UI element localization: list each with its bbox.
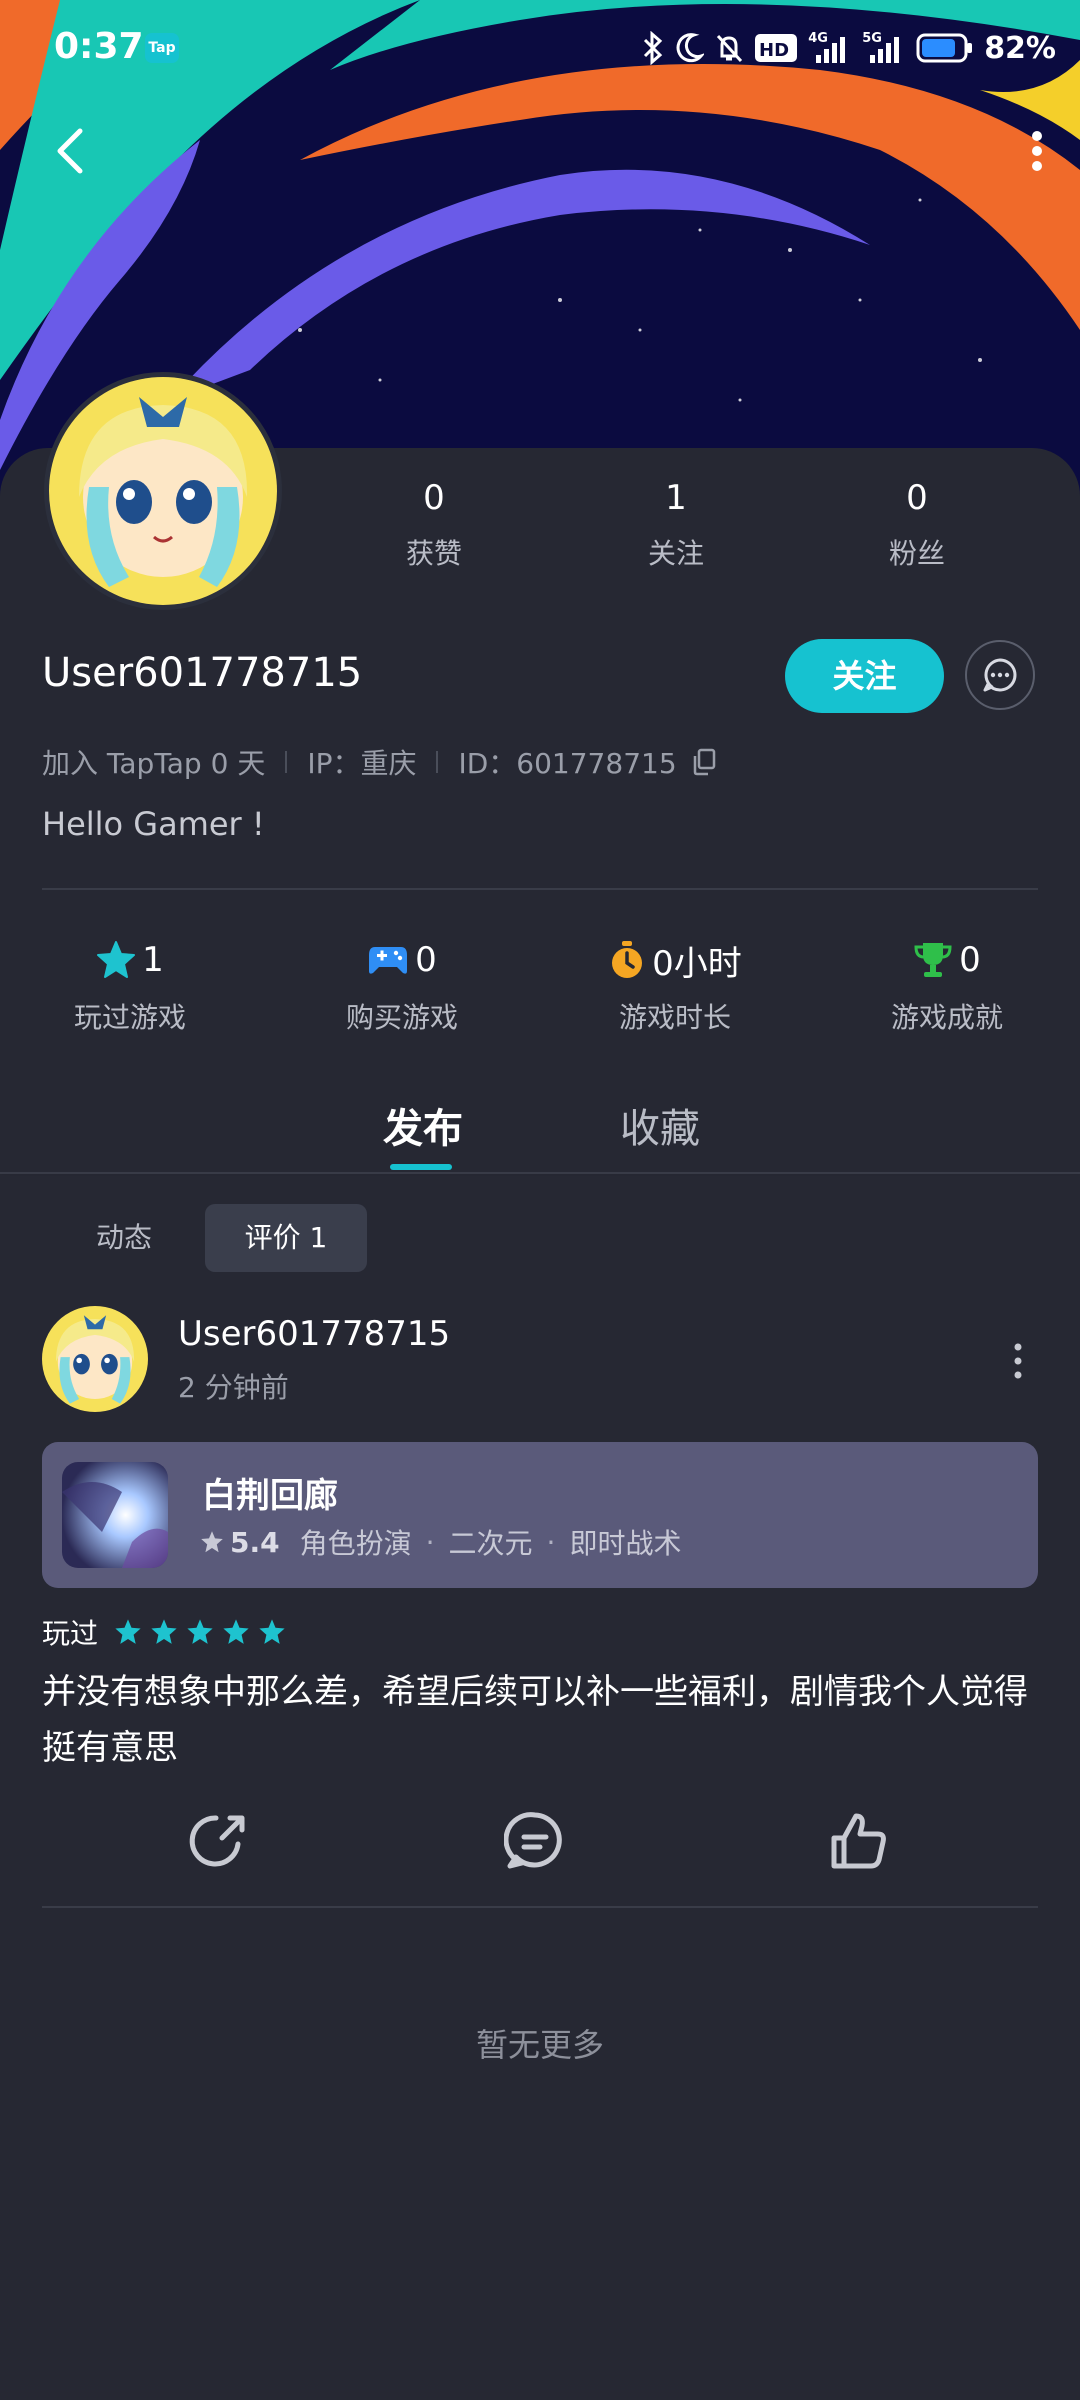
- review-text: 并没有想象中那么差，希望后续可以补一些福利，剧情我个人觉得挺有意思: [42, 1672, 1028, 1768]
- post-author-name[interactable]: User601778715: [178, 1314, 450, 1354]
- tab-posts[interactable]: 发布: [383, 1096, 463, 1154]
- battery-icon: [916, 33, 973, 63]
- stat-value: 0小时: [652, 943, 742, 984]
- stat-played-games[interactable]: 1 玩过游戏: [30, 938, 230, 1036]
- rating-star-icon: [151, 1619, 177, 1644]
- star-icon: [97, 941, 136, 978]
- bluetooth-icon: [644, 31, 663, 65]
- follow-button[interactable]: 关注: [785, 639, 944, 713]
- game-score: 5.4: [230, 1525, 280, 1559]
- game-title: 白荆回廊: [202, 1476, 338, 1516]
- tag-separator: ·: [425, 1525, 435, 1559]
- followers-count[interactable]: 0 粉丝: [837, 478, 997, 572]
- game-icon: [62, 1462, 168, 1568]
- stopwatch-icon: [612, 941, 643, 978]
- rating-stars: [114, 1618, 286, 1646]
- rating-star-icon: [201, 1531, 223, 1553]
- moon-icon: [676, 33, 705, 63]
- divider: [42, 888, 1038, 890]
- share-icon[interactable]: [186, 1810, 248, 1872]
- status-time: 0:37: [54, 26, 144, 67]
- followers-count-value: 0: [906, 478, 928, 518]
- stat-value: 0: [415, 940, 437, 980]
- battery-percent: 82%: [984, 30, 1056, 66]
- post-author-avatar[interactable]: [42, 1306, 148, 1412]
- following-count[interactable]: 1 关注: [596, 478, 756, 572]
- mute-icon: [717, 34, 743, 63]
- stat-label: 游戏成就: [890, 1001, 1003, 1034]
- played-label: 玩过: [42, 1617, 99, 1650]
- post-more-icon[interactable]: [1008, 1340, 1028, 1382]
- following-count-label: 关注: [647, 537, 704, 570]
- subtab-moments[interactable]: 动态: [70, 1204, 178, 1272]
- signal-icon-2: 5G: [862, 31, 906, 65]
- tab-active-indicator: [390, 1164, 452, 1170]
- rating-star-icon: [259, 1619, 285, 1644]
- game-tag: 即时战术: [569, 1527, 682, 1560]
- join-days: 加入 TapTap 0 天: [42, 747, 266, 780]
- status-icons: HD 4G 5G 82%: [642, 28, 1056, 68]
- likes-count[interactable]: 0 获赞: [354, 478, 514, 572]
- user-id: ID：601778715: [458, 747, 677, 780]
- stat-label: 玩过游戏: [73, 1001, 186, 1034]
- stat-purchased-games[interactable]: 0 购买游戏: [302, 938, 502, 1036]
- content-tabs: 发布 收藏: [0, 1066, 1080, 1174]
- meta-divider: [436, 751, 439, 773]
- tab-favorites[interactable]: 收藏: [620, 1096, 700, 1154]
- ip-location: IP：重庆: [307, 747, 417, 780]
- subtab-reviews[interactable]: 评价 1: [205, 1204, 367, 1272]
- rating-star-icon: [187, 1619, 213, 1644]
- likes-count-value: 0: [423, 478, 445, 518]
- taptap-notification-icon: Tap: [145, 33, 179, 63]
- no-more-text: 暂无更多: [475, 2026, 604, 2064]
- message-button[interactable]: [965, 640, 1035, 710]
- stat-label: 游戏时长: [618, 1001, 731, 1034]
- rating-star-icon: [223, 1619, 249, 1644]
- svg-text:HD: HD: [759, 40, 789, 61]
- tag-separator: ·: [546, 1525, 556, 1559]
- back-arrow-icon[interactable]: [50, 125, 90, 177]
- profile-avatar[interactable]: [44, 372, 282, 610]
- played-rating: 玩过: [42, 1612, 286, 1652]
- meta-divider: [285, 751, 288, 773]
- game-meta: 5.4 角色扮演 · 二次元 · 即时战术: [200, 1522, 681, 1562]
- rating-star-icon: [115, 1619, 141, 1644]
- following-count-value: 1: [665, 478, 687, 518]
- stat-achievements[interactable]: 0 游戏成就: [847, 938, 1047, 1036]
- like-icon[interactable]: [828, 1810, 890, 1872]
- game-tag: 角色扮演: [299, 1527, 412, 1560]
- post-time: 2 分钟前: [178, 1371, 289, 1404]
- comment-icon[interactable]: [504, 1810, 566, 1872]
- divider: [42, 1906, 1038, 1908]
- trophy-icon: [914, 943, 952, 977]
- chat-bubble-icon: [983, 658, 1017, 692]
- stat-value: 0: [959, 940, 981, 980]
- followers-count-label: 粉丝: [888, 537, 945, 570]
- likes-count-label: 获赞: [405, 537, 462, 570]
- game-card[interactable]: 白荆回廊 5.4 角色扮演 · 二次元 · 即时战术: [42, 1442, 1038, 1588]
- signal-icon: 4G: [808, 31, 852, 65]
- copy-icon[interactable]: [691, 748, 717, 776]
- game-tag: 二次元: [448, 1527, 533, 1560]
- profile-bio: Hello Gamer !: [42, 805, 265, 843]
- profile-meta: 加入 TapTap 0 天 IP：重庆 ID：601778715: [42, 742, 717, 782]
- stat-value: 1: [142, 940, 164, 980]
- profile-username: User601778715: [42, 650, 363, 696]
- stat-label: 购买游戏: [345, 1001, 458, 1034]
- status-bar: 0:37 Tap HD 4G 5G 82%: [0, 0, 1080, 100]
- gamepad-icon: [369, 947, 408, 974]
- stat-play-time[interactable]: 0小时 游戏时长: [575, 938, 775, 1036]
- more-options-icon[interactable]: [1024, 128, 1050, 174]
- hd-icon: HD: [755, 34, 798, 62]
